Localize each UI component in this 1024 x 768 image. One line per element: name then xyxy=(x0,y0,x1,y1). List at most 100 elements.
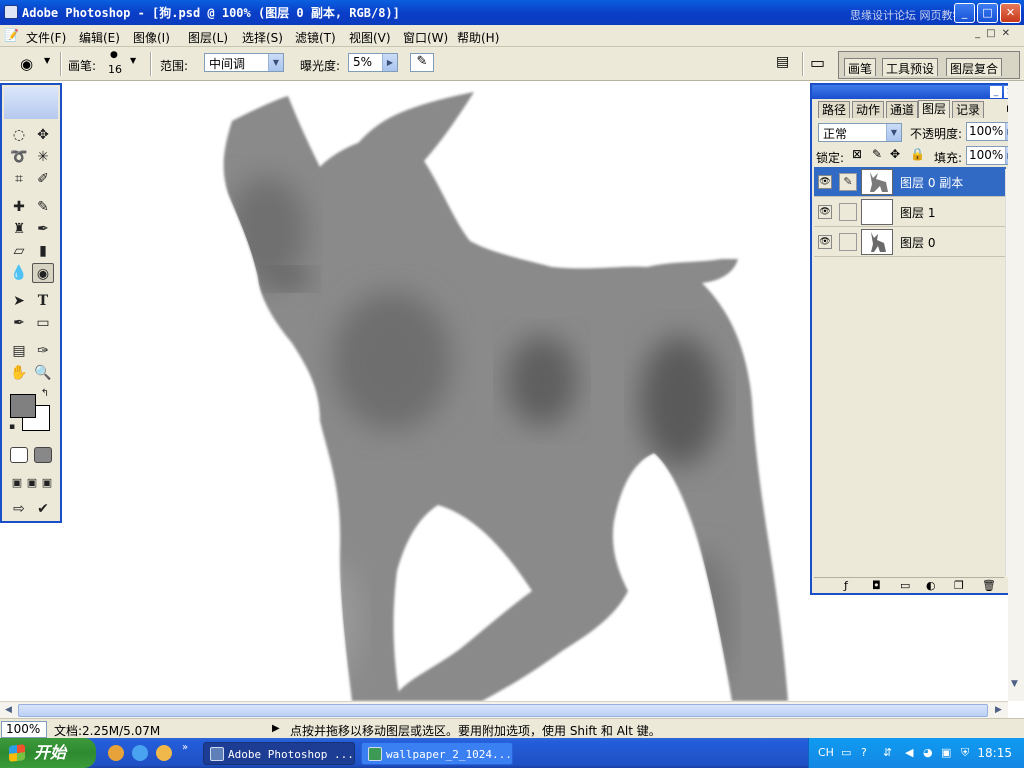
menu-image[interactable]: 图像(I) xyxy=(133,29,170,46)
brush-dropdown-arrow-icon[interactable]: ▼ xyxy=(130,56,136,65)
path-selection-tool-icon[interactable]: ➤ xyxy=(8,291,30,311)
adjustment-layer-icon[interactable]: ◐ xyxy=(926,579,936,592)
new-group-icon[interactable]: ▭ xyxy=(900,579,910,592)
lock-all-icon[interactable]: 🔒 xyxy=(910,147,925,161)
blend-mode-select[interactable]: 正常 ▼ xyxy=(818,123,902,142)
document-window-controls[interactable]: _□✕ xyxy=(975,28,1016,39)
hand-tool-icon[interactable]: ✋ xyxy=(8,363,30,383)
menu-select[interactable]: 选择(S) xyxy=(242,29,283,46)
foreground-color-swatch[interactable] xyxy=(10,394,36,418)
edit-in-imageready-icon[interactable]: ✔ xyxy=(32,499,54,519)
shield-icon[interactable]: ⛨ xyxy=(961,746,969,760)
vertical-scrollbar[interactable]: ▼ xyxy=(1008,81,1024,701)
blur-tool-icon[interactable]: 💧 xyxy=(8,263,30,283)
lock-transparency-icon[interactable]: ⊠ xyxy=(852,147,862,161)
add-mask-icon[interactable]: ◘ xyxy=(872,579,881,592)
crop-tool-icon[interactable]: ⌗ xyxy=(8,169,30,189)
scroll-down-icon[interactable]: ▼ xyxy=(1011,679,1018,689)
shape-tool-icon[interactable]: ▭ xyxy=(32,313,54,333)
minimize-button[interactable]: _ xyxy=(954,3,975,23)
range-select[interactable]: 中间调 ▼ xyxy=(204,53,284,72)
horizontal-scrollbar[interactable]: ◀ ▶ xyxy=(0,701,1008,718)
menu-file[interactable]: 文件(F) xyxy=(26,29,66,46)
full-screen-mode-icon[interactable]: ▣ xyxy=(36,473,58,493)
eyedropper-tool-icon[interactable]: ✑ xyxy=(32,341,54,361)
zoom-tool-icon[interactable]: 🔍 xyxy=(32,363,54,383)
notes-tool-icon[interactable]: ▤ xyxy=(8,341,30,361)
menu-view[interactable]: 视图(V) xyxy=(349,29,391,46)
brush-link-icon[interactable]: ✎ xyxy=(839,173,857,191)
link-slot[interactable] xyxy=(839,233,857,251)
file-browser-icon[interactable]: ▤ xyxy=(776,54,789,70)
menu-edit[interactable]: 编辑(E) xyxy=(79,29,120,46)
layer-row[interactable]: 👁 图层 0 xyxy=(814,227,1006,257)
scroll-left-icon[interactable]: ◀ xyxy=(1,703,16,718)
panel-minimize-icon[interactable]: _ xyxy=(990,86,1002,98)
standard-mode-icon[interactable] xyxy=(10,447,28,463)
quick-launch-icon[interactable] xyxy=(156,745,172,761)
document-icon[interactable]: 📝 xyxy=(4,28,19,42)
magic-wand-tool-icon[interactable]: ✳ xyxy=(32,147,54,167)
close-button[interactable]: ✕ xyxy=(1000,3,1021,23)
quick-mask-mode-icon[interactable] xyxy=(34,447,52,463)
brush-size[interactable]: 16 xyxy=(108,63,122,76)
maximize-button[interactable]: □ xyxy=(977,3,998,23)
tab-layers[interactable]: 图层 xyxy=(918,100,951,118)
pen-tool-icon[interactable]: ✒ xyxy=(8,313,30,333)
airbrush-toggle[interactable]: ✎ xyxy=(410,53,434,72)
task-photoshop[interactable]: Adobe Photoshop ... xyxy=(203,742,355,765)
scroll-right-icon[interactable]: ▶ xyxy=(991,703,1006,718)
slice-tool-icon[interactable]: ✐ xyxy=(32,169,54,189)
type-tool-icon[interactable]: T xyxy=(32,291,54,311)
marquee-tool-icon[interactable]: ◌ xyxy=(8,125,30,145)
palette-tab-layer-comps[interactable]: 图层复合 xyxy=(946,58,1003,76)
brush-dot-icon[interactable]: ● xyxy=(110,50,118,60)
move-tool-icon[interactable]: ✥ xyxy=(32,125,54,145)
healing-brush-tool-icon[interactable]: ✚ xyxy=(8,197,30,217)
link-slot[interactable] xyxy=(839,203,857,221)
layer-row[interactable]: 👁 ✎ 图层 0 副本 xyxy=(814,167,1006,197)
layer-row[interactable]: 👁 图层 1 xyxy=(814,197,1006,227)
palette-tab-brushes[interactable]: 画笔 xyxy=(844,58,877,76)
visibility-eye-icon[interactable]: 👁 xyxy=(818,235,832,249)
zoom-field[interactable]: 100% xyxy=(1,721,47,738)
network-icon[interactable]: ⇵ xyxy=(883,746,892,759)
visibility-eye-icon[interactable]: 👁 xyxy=(818,205,832,219)
task-wallpaper[interactable]: wallpaper_2_1024... xyxy=(361,742,513,765)
new-layer-icon[interactable]: ❐ xyxy=(954,579,964,592)
eraser-tool-icon[interactable]: ▱ xyxy=(8,241,30,261)
monitor-icon[interactable]: ▣ xyxy=(941,746,951,759)
palette-tab-tool-presets[interactable]: 工具预设 xyxy=(882,58,939,76)
visibility-eye-icon[interactable]: 👁 xyxy=(818,175,832,189)
preset-dropdown-arrow-icon[interactable]: ▼ xyxy=(44,56,50,65)
more-quick-launch-icon[interactable]: » xyxy=(182,742,188,753)
gradient-tool-icon[interactable]: ▮ xyxy=(32,241,54,261)
exposure-field[interactable]: 5% ▶ xyxy=(348,53,398,72)
toolbox-header[interactable] xyxy=(4,87,58,119)
dodge-tool-preset-icon[interactable]: ◉ xyxy=(20,55,33,73)
tab-actions[interactable]: 动作 xyxy=(852,101,885,118)
tab-history[interactable]: 记录 xyxy=(952,101,985,118)
default-colors-icon[interactable]: ▪ xyxy=(6,421,18,433)
photoshop-app-icon[interactable] xyxy=(4,5,18,19)
menu-filter[interactable]: 滤镜(T) xyxy=(295,29,336,46)
help-icon[interactable]: ? xyxy=(861,746,867,759)
tray-arrow-icon[interactable]: ◀ xyxy=(905,746,913,759)
ie-icon[interactable] xyxy=(132,745,148,761)
jump-to-imageready-icon[interactable]: ⇨ xyxy=(8,499,30,519)
clone-stamp-tool-icon[interactable]: ♜ xyxy=(8,219,30,239)
tab-channels[interactable]: 通道 xyxy=(886,101,919,118)
dodge-tool-icon[interactable]: ◉ xyxy=(32,263,54,283)
menu-window[interactable]: 窗口(W) xyxy=(403,29,448,46)
start-button[interactable]: 开始 xyxy=(0,738,96,768)
status-menu-arrow-icon[interactable]: ▶ xyxy=(272,723,280,734)
lock-position-icon[interactable]: ✥ xyxy=(890,147,900,161)
messenger-icon[interactable]: ◕ xyxy=(923,746,933,759)
layer-style-icon[interactable]: ƒ xyxy=(844,579,848,592)
tab-paths[interactable]: 路径 xyxy=(818,101,851,118)
toggle-palette-icon[interactable]: ▭ xyxy=(810,53,825,72)
keyboard-icon[interactable]: ▭ xyxy=(841,746,851,759)
language-indicator[interactable]: CH xyxy=(818,746,834,759)
swap-colors-icon[interactable]: ↰ xyxy=(38,387,52,401)
history-brush-tool-icon[interactable]: ✒ xyxy=(32,219,54,239)
